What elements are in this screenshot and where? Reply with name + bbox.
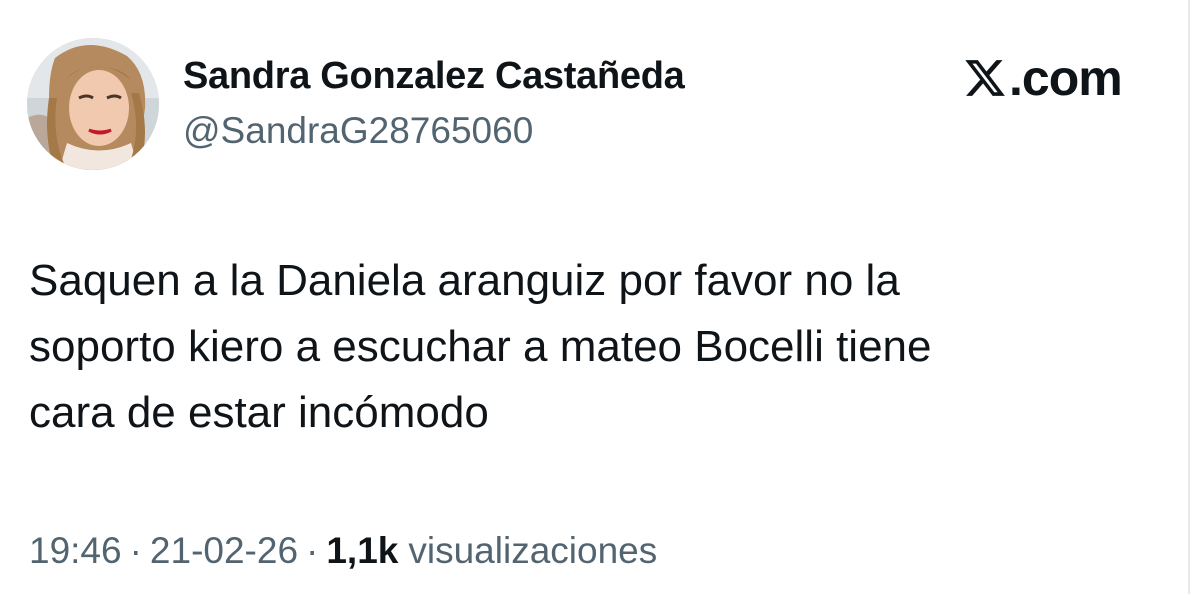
views-label: visualizaciones: [408, 530, 658, 571]
avatar-image: [27, 38, 159, 170]
tweet-card: Sandra Gonzalez Castañeda @SandraG287650…: [0, 0, 1200, 594]
avatar[interactable]: [27, 38, 159, 170]
tweet-text-line: soporto kiero a escuchar a mateo Bocelli…: [29, 322, 932, 371]
brand-domain: .com: [1009, 50, 1123, 106]
x-logo-icon: [965, 60, 1005, 96]
views-count[interactable]: 1,1k: [326, 530, 398, 572]
meta-separator: ·: [129, 530, 142, 571]
brand-logo: .com: [962, 50, 1123, 106]
tweet-meta: 19:46 · 21-02-26 · 1,1k visualizaciones: [29, 530, 657, 572]
tweet-time[interactable]: 19:46: [29, 530, 122, 572]
author-display-name[interactable]: Sandra Gonzalez Castañeda: [183, 55, 685, 98]
tweet-text: Saquen a la Daniela aranguiz por favor n…: [29, 248, 1149, 446]
author-handle[interactable]: @SandraG28765060: [183, 110, 533, 152]
tweet-text-line: Saquen a la Daniela aranguiz por favor n…: [29, 256, 900, 305]
divider: [1188, 0, 1190, 594]
tweet-text-line: cara de estar incómodo: [29, 388, 489, 437]
tweet-date[interactable]: 21-02-26: [150, 530, 298, 572]
meta-separator: ·: [306, 530, 319, 571]
